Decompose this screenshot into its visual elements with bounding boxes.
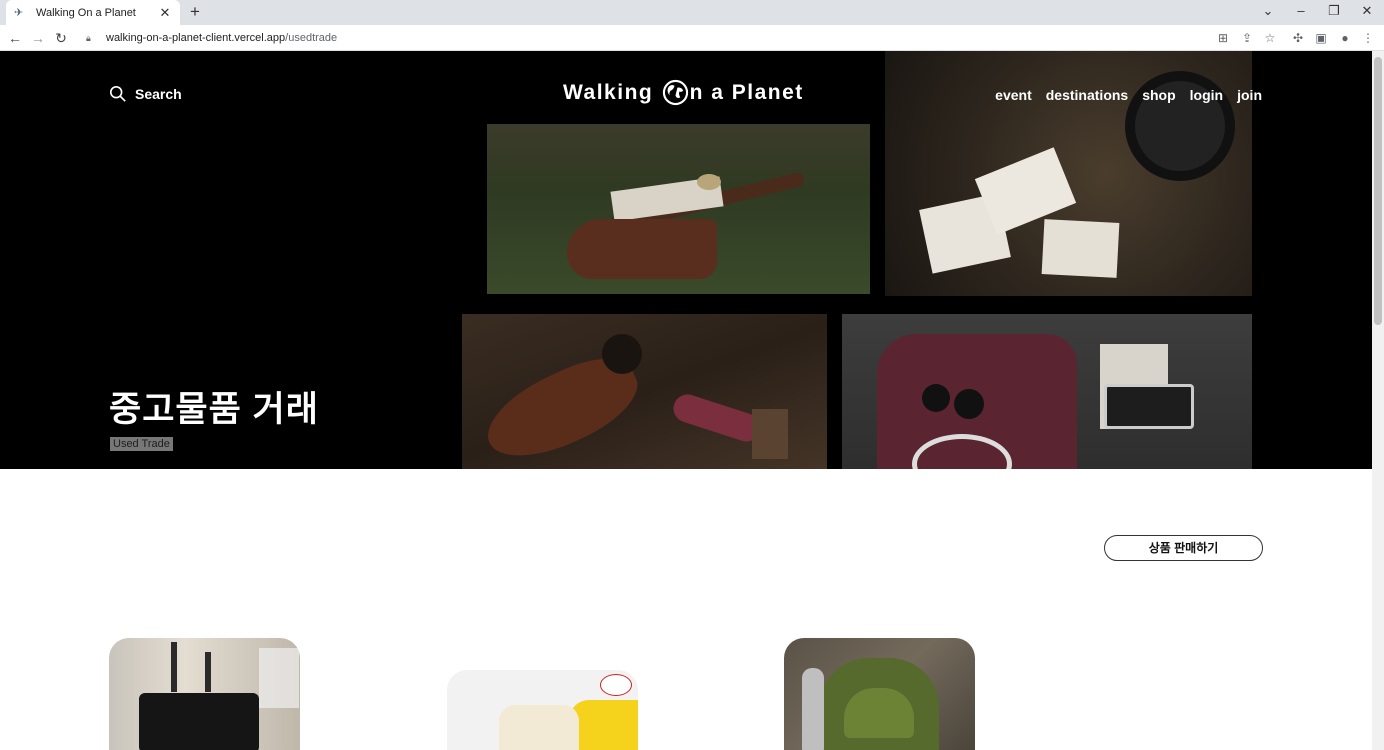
url-path: /usedtrade	[285, 32, 338, 44]
url-host: walking-on-a-planet-client.vercel.app	[106, 32, 286, 44]
search-button[interactable]: Search	[109, 85, 182, 103]
tab-search-icon[interactable]: ⌄	[1258, 3, 1278, 19]
nav-login[interactable]: login	[1190, 87, 1223, 103]
window-close-icon[interactable]: ✕	[1357, 3, 1377, 19]
search-icon	[109, 85, 126, 102]
back-icon[interactable]: ←	[6, 29, 24, 47]
search-label: Search	[135, 86, 182, 102]
page-subtitle-badge: Used Trade	[110, 437, 173, 451]
nav-destinations[interactable]: destinations	[1046, 87, 1128, 103]
logo-text-start: Walking	[563, 80, 661, 104]
share-icon[interactable]: ⇪	[1239, 30, 1255, 46]
address-bar[interactable]: 🔒︎ walking-on-a-planet-client.vercel.app…	[80, 28, 1220, 48]
logo-text-end: n a Planet	[689, 80, 804, 104]
browser-tab[interactable]: ✈ Walking On a Planet ✕	[6, 0, 180, 25]
browser-tabbar: ✈ Walking On a Planet ✕ + ⌄ – ❐ ✕	[0, 0, 1384, 25]
new-tab-icon[interactable]: +	[186, 3, 204, 21]
product-card[interactable]	[109, 638, 300, 750]
product-image-suitcase	[109, 638, 300, 750]
hero-photo-backpack	[842, 314, 1252, 469]
translate-icon[interactable]: ⊞	[1215, 30, 1231, 46]
forward-icon[interactable]: →	[29, 29, 47, 47]
side-panel-icon[interactable]: ▣	[1313, 30, 1329, 46]
page-title: 중고물품 거래	[109, 390, 319, 429]
hero-photo-violin	[462, 314, 827, 469]
reload-icon[interactable]: ↻	[52, 29, 70, 47]
globe-icon	[662, 79, 688, 106]
restore-icon[interactable]: ❐	[1324, 3, 1344, 19]
extensions-icon[interactable]: ✣	[1290, 30, 1306, 46]
bookmark-star-icon[interactable]: ☆	[1262, 30, 1278, 46]
nav-shop[interactable]: shop	[1142, 87, 1175, 103]
site-favicon-icon: ✈	[14, 6, 24, 19]
site-logo[interactable]: Walking n a Planet	[563, 79, 804, 106]
hero-banner: Search Walking n a Planet event destinat…	[0, 51, 1372, 469]
product-card[interactable]	[447, 670, 638, 750]
tab-title: Walking On a Planet	[36, 6, 136, 19]
browser-toolbar: ← → ↻ 🔒︎ walking-on-a-planet-client.verc…	[0, 25, 1384, 51]
sell-product-button[interactable]: 상품 판매하기	[1104, 535, 1263, 561]
menu-kebab-icon[interactable]: ⋮	[1360, 30, 1376, 46]
main-nav: event destinations shop login join	[995, 87, 1262, 103]
profile-avatar-icon[interactable]: ●	[1337, 30, 1353, 46]
hero-photo-guitar	[487, 124, 870, 294]
product-image-backpack	[784, 638, 975, 750]
product-card[interactable]	[784, 638, 975, 750]
nav-join[interactable]: join	[1237, 87, 1262, 103]
lock-icon: 🔒︎	[86, 32, 91, 43]
tab-close-icon[interactable]: ✕	[158, 5, 172, 21]
minimize-icon[interactable]: –	[1291, 3, 1311, 19]
product-image-cup	[447, 670, 638, 750]
page-content: Search Walking n a Planet event destinat…	[0, 51, 1372, 750]
scrollbar-thumb[interactable]	[1374, 57, 1382, 325]
nav-event[interactable]: event	[995, 87, 1032, 103]
page-scrollbar[interactable]	[1372, 51, 1384, 750]
